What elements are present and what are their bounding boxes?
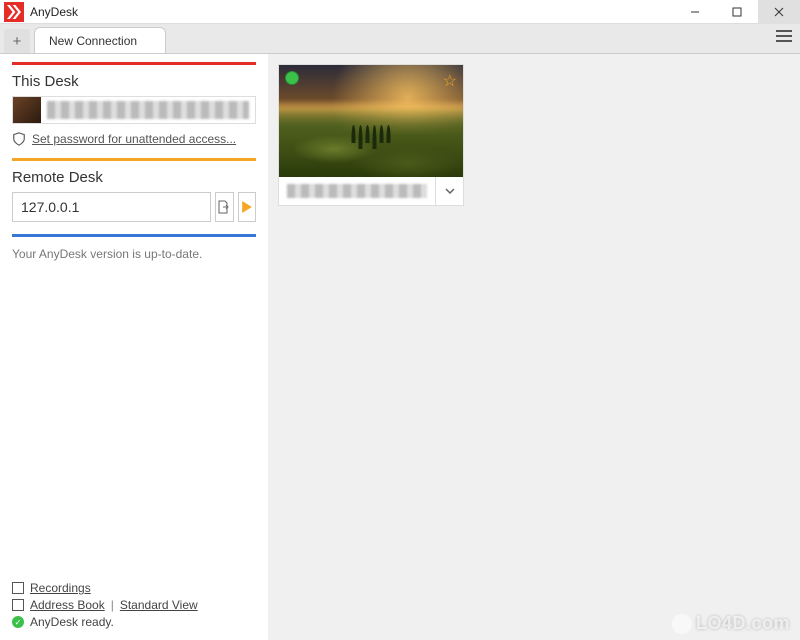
update-status: Your AnyDesk version is up-to-date. — [12, 247, 256, 261]
recent-session-card[interactable]: ☆ — [278, 64, 464, 206]
file-arrow-icon — [216, 199, 232, 215]
favorite-star-icon[interactable]: ☆ — [443, 71, 457, 91]
main-area: This Desk Set password for unattended ac… — [0, 54, 800, 584]
recordings-icon — [12, 582, 24, 594]
ready-status-text: AnyDesk ready. — [30, 615, 114, 629]
maximize-button[interactable] — [716, 0, 758, 24]
update-panel: Your AnyDesk version is up-to-date. — [12, 234, 256, 261]
session-menu-button[interactable] — [435, 177, 463, 205]
session-name-redacted — [287, 184, 427, 198]
footer: Recordings Address Book | Standard View … — [0, 572, 268, 640]
title-bar: AnyDesk — [0, 0, 800, 24]
session-thumbnail: ☆ — [279, 65, 463, 177]
new-tab-button[interactable]: + — [4, 29, 30, 53]
this-desk-heading: This Desk — [12, 73, 256, 90]
this-desk-panel: This Desk Set password for unattended ac… — [12, 62, 256, 146]
file-transfer-button[interactable] — [215, 192, 234, 222]
close-button[interactable] — [758, 0, 800, 24]
tab-label: New Connection — [49, 34, 137, 48]
separator: | — [111, 598, 114, 612]
ready-status-icon: ✓ — [12, 616, 24, 628]
window-controls — [674, 0, 800, 24]
remote-address-input[interactable] — [12, 192, 211, 222]
accent-bar — [12, 62, 256, 65]
app-title: AnyDesk — [30, 5, 78, 19]
connect-button[interactable] — [238, 192, 257, 222]
tab-new-connection[interactable]: New Connection — [34, 27, 166, 53]
globe-icon — [672, 614, 692, 634]
addressbook-icon — [12, 599, 24, 611]
avatar — [13, 97, 41, 123]
unattended-access-link[interactable]: Set password for unattended access... — [12, 132, 256, 146]
this-desk-id-redacted — [47, 101, 249, 119]
chevron-down-icon — [445, 188, 455, 194]
app-icon — [4, 2, 24, 22]
watermark: LO4D.com — [672, 613, 790, 634]
play-icon — [241, 201, 253, 213]
remote-desk-panel: Remote Desk — [12, 158, 256, 222]
minimize-button[interactable] — [674, 0, 716, 24]
online-indicator-icon — [285, 71, 299, 85]
recordings-link[interactable]: Recordings — [30, 581, 91, 595]
standard-view-link[interactable]: Standard View — [120, 598, 198, 612]
shield-icon — [12, 132, 26, 146]
watermark-text: LO4D.com — [696, 613, 790, 634]
this-desk-address[interactable] — [12, 96, 256, 124]
unattended-access-label: Set password for unattended access... — [32, 132, 236, 146]
recent-sessions-area: ☆ — [268, 54, 800, 584]
remote-desk-heading: Remote Desk — [12, 169, 256, 186]
accent-bar — [12, 234, 256, 237]
address-book-link[interactable]: Address Book — [30, 598, 105, 612]
left-panel: This Desk Set password for unattended ac… — [0, 54, 268, 584]
menu-button[interactable] — [776, 30, 792, 42]
accent-bar — [12, 158, 256, 161]
tab-strip: + New Connection — [0, 24, 800, 54]
